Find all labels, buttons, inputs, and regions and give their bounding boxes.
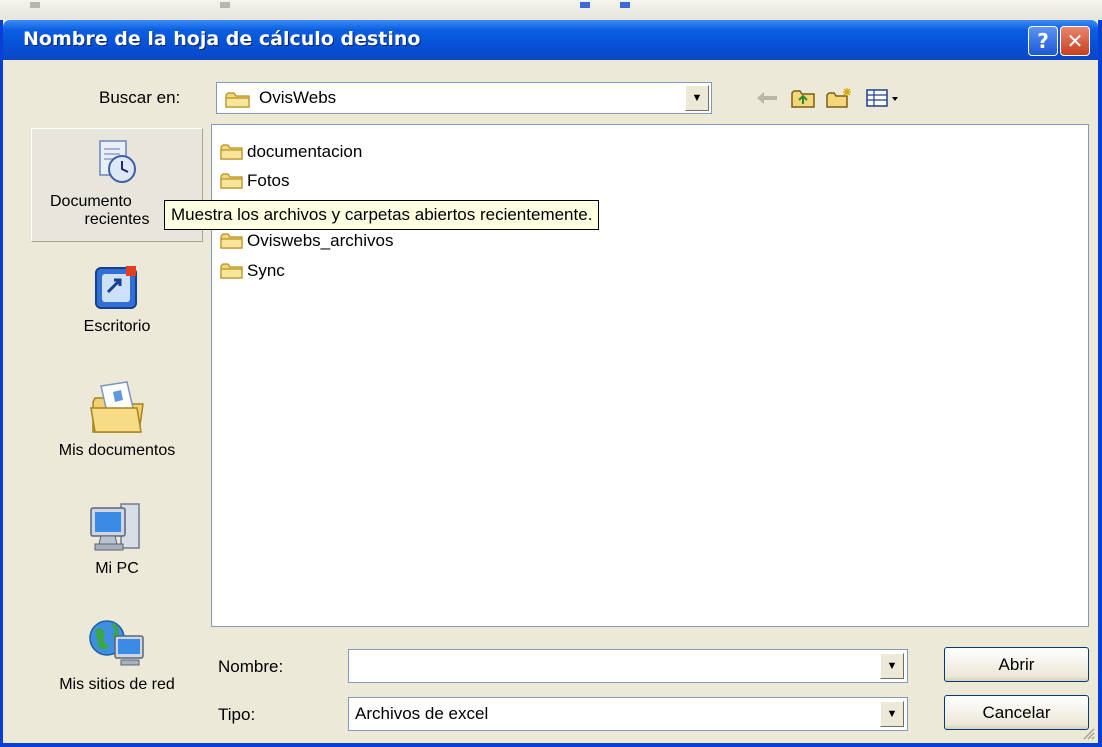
resize-grip-icon[interactable]	[1080, 725, 1096, 741]
background-mark	[580, 2, 590, 8]
save-dialog: Nombre de la hoja de cálculo destino ? ✕…	[0, 20, 1102, 747]
file-name: Fotos	[247, 171, 290, 190]
place-label: Mis sitios de red	[59, 676, 175, 693]
up-folder-icon[interactable]	[789, 86, 817, 110]
list-item[interactable]: Sync	[220, 258, 285, 284]
folder-icon	[225, 92, 250, 108]
chevron-down-icon[interactable]: ▼	[880, 653, 904, 679]
back-arrow-icon[interactable]	[753, 86, 781, 110]
list-item[interactable]: documentacion	[220, 139, 362, 165]
file-name: Oviswebs_archivos	[247, 231, 394, 250]
list-item[interactable]: Fotos	[220, 168, 290, 194]
network-places-icon	[89, 620, 144, 666]
folder-icon	[220, 263, 243, 279]
folder-icon	[220, 173, 243, 189]
place-label: Escritorio	[83, 318, 151, 335]
filetype-label: Tipo:	[218, 705, 256, 724]
lookin-dropdown[interactable]: OvisWebs ▼	[216, 82, 712, 114]
place-desktop[interactable]: Escritorio	[31, 262, 203, 336]
file-name: documentacion	[247, 142, 363, 161]
my-computer-icon	[90, 503, 140, 551]
filename-input[interactable]: ▼	[348, 649, 908, 683]
place-network[interactable]: Mis sitios de red	[31, 614, 203, 694]
background-app-strip	[0, 0, 1102, 20]
views-menu-icon[interactable]	[863, 86, 903, 110]
place-my-documents[interactable]: Mis documentos	[31, 378, 203, 460]
place-label: Mis documentos	[58, 442, 176, 459]
filetype-select[interactable]: Archivos de excel ▼	[348, 697, 908, 731]
background-mark	[620, 2, 630, 8]
open-button[interactable]: Abrir	[944, 647, 1089, 682]
lookin-label: Buscar en:	[99, 88, 181, 107]
folder-icon	[220, 233, 243, 249]
cancel-button[interactable]: Cancelar	[944, 695, 1089, 730]
my-documents-icon	[90, 381, 144, 433]
background-mark	[220, 2, 230, 8]
title-bar[interactable]: Nombre de la hoja de cálculo destino ? ✕	[3, 20, 1098, 60]
dialog-title: Nombre de la hoja de cálculo destino	[23, 28, 421, 50]
list-item[interactable]: Oviswebs_archivos	[220, 228, 393, 254]
file-name: Sync	[247, 261, 285, 280]
filename-label: Nombre:	[218, 657, 284, 676]
lookin-value: OvisWebs	[259, 88, 337, 107]
chevron-down-icon[interactable]: ▼	[880, 701, 904, 727]
background-mark	[30, 2, 40, 8]
recent-documents-icon	[99, 140, 136, 183]
new-folder-icon[interactable]	[825, 86, 853, 110]
folder-icon	[220, 144, 243, 160]
chevron-down-icon[interactable]: ▼	[685, 85, 709, 111]
filetype-value: Archivos de excel	[355, 704, 489, 723]
tooltip: Muestra los archivos y carpetas abiertos…	[164, 200, 600, 230]
desktop-icon	[95, 266, 137, 309]
place-my-computer[interactable]: Mi PC	[31, 498, 203, 578]
help-button[interactable]: ?	[1028, 26, 1058, 56]
place-label: Mi PC	[95, 560, 139, 577]
close-button[interactable]: ✕	[1060, 26, 1090, 56]
